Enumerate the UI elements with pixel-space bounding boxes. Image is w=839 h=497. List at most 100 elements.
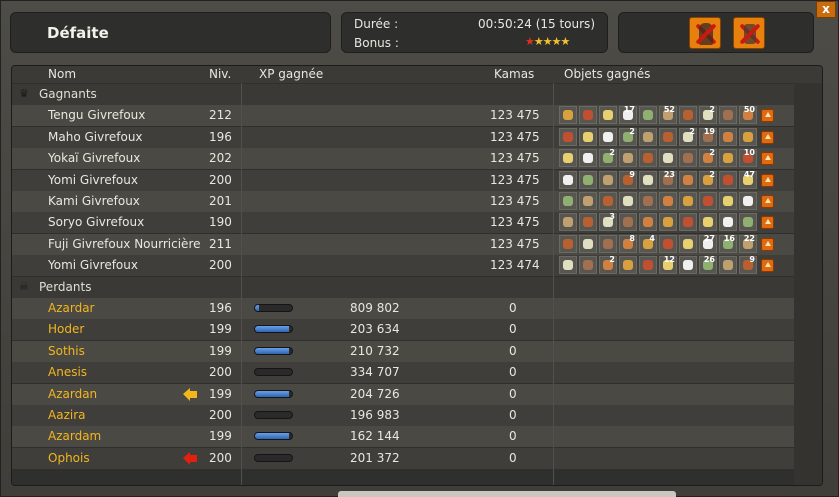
loot-item-icon[interactable] xyxy=(579,192,597,210)
loot-item-icon[interactable] xyxy=(559,213,577,232)
loot-item-icon[interactable]: 27 xyxy=(699,234,717,253)
loot-item-icon[interactable] xyxy=(619,149,637,168)
scrollbar-track[interactable] xyxy=(794,83,822,485)
loot-item-icon[interactable] xyxy=(579,106,597,125)
loser-row[interactable]: Azardar 196 809 802 0 xyxy=(12,298,794,319)
loot-item-icon[interactable] xyxy=(719,256,737,275)
loot-item-icon[interactable] xyxy=(679,256,697,275)
loot-item-icon[interactable] xyxy=(579,149,597,168)
expand-loot-button[interactable] xyxy=(761,195,774,208)
loot-item-icon[interactable] xyxy=(599,106,617,125)
winner-row[interactable]: Yomi Givrefoux 200 123 474 2 12 26 9 xyxy=(12,255,794,277)
loot-item-icon[interactable] xyxy=(699,192,717,210)
loot-item-icon[interactable] xyxy=(659,127,677,146)
loot-item-icon[interactable] xyxy=(619,192,637,210)
loot-item-icon[interactable] xyxy=(559,149,577,168)
loot-item-icon[interactable] xyxy=(599,234,617,253)
expand-loot-button[interactable] xyxy=(761,152,774,166)
loot-item-icon[interactable]: 2 xyxy=(619,127,637,146)
loot-item-icon[interactable] xyxy=(599,192,617,210)
loot-item-icon[interactable] xyxy=(679,106,697,125)
loot-item-icon[interactable] xyxy=(639,256,657,275)
loot-item-icon[interactable] xyxy=(639,213,657,232)
expand-loot-button[interactable] xyxy=(761,173,774,187)
loot-item-icon[interactable] xyxy=(559,234,577,253)
loot-item-icon[interactable] xyxy=(559,127,577,146)
loot-item-icon[interactable] xyxy=(679,192,697,210)
loot-item-icon[interactable] xyxy=(559,106,577,125)
loot-item-icon[interactable]: 2 xyxy=(679,127,697,146)
loot-item-icon[interactable] xyxy=(579,127,597,146)
loot-item-icon[interactable] xyxy=(579,170,597,189)
loot-item-icon[interactable]: 52 xyxy=(659,105,677,125)
loot-item-icon[interactable] xyxy=(719,213,737,232)
loot-item-icon[interactable] xyxy=(719,170,737,189)
loot-item-icon[interactable]: 9 xyxy=(739,255,757,275)
loot-item-icon[interactable] xyxy=(559,256,577,275)
loot-item-icon[interactable] xyxy=(739,192,757,210)
loot-item-icon[interactable]: 12 xyxy=(659,255,677,275)
loot-item-icon[interactable]: 19 xyxy=(699,127,717,146)
loser-row[interactable]: Anesis 200 334 707 0 xyxy=(12,362,794,384)
expand-loot-button[interactable] xyxy=(761,109,774,123)
expand-loot-button[interactable] xyxy=(761,259,774,273)
loot-item-icon[interactable] xyxy=(559,170,577,189)
loot-item-icon[interactable] xyxy=(739,213,757,232)
loot-item-icon[interactable] xyxy=(579,234,597,253)
loot-item-icon[interactable] xyxy=(559,192,577,210)
loot-item-icon[interactable]: 10 xyxy=(739,148,757,168)
loot-item-icon[interactable] xyxy=(639,127,657,146)
loot-item-icon[interactable] xyxy=(619,256,637,275)
winner-row[interactable]: Yokaï Givrefoux 202 123 475 2 2 10 xyxy=(12,148,794,170)
loot-item-icon[interactable]: 3 xyxy=(599,212,617,232)
loot-item-icon[interactable] xyxy=(659,149,677,168)
loot-item-icon[interactable]: 2 xyxy=(699,170,717,189)
expand-loot-button[interactable] xyxy=(761,237,774,251)
loot-item-icon[interactable] xyxy=(719,149,737,168)
loot-item-icon[interactable]: 47 xyxy=(739,170,757,189)
loser-row[interactable]: Sothis 199 210 732 0 xyxy=(12,340,794,362)
loot-item-icon[interactable]: 23 xyxy=(659,170,677,189)
loot-item-icon[interactable] xyxy=(719,127,737,146)
loot-item-icon[interactable] xyxy=(719,106,737,125)
loot-item-icon[interactable] xyxy=(659,234,677,253)
expand-loot-button[interactable] xyxy=(761,130,774,144)
loot-item-icon[interactable] xyxy=(679,170,697,189)
loot-item-icon[interactable]: 9 xyxy=(619,170,637,189)
loot-item-icon[interactable] xyxy=(619,213,637,232)
loot-item-icon[interactable] xyxy=(599,170,617,189)
loser-row[interactable]: Azardam 199 162 144 0 xyxy=(12,426,794,448)
winner-row[interactable]: Maho Givrefoux 196 123 475 2 2 19 xyxy=(12,126,794,148)
loot-item-icon[interactable] xyxy=(659,192,677,210)
loot-item-icon[interactable] xyxy=(579,256,597,275)
loot-item-icon[interactable]: 50 xyxy=(739,105,757,125)
loot-item-icon[interactable]: 4 xyxy=(639,234,657,253)
loser-row[interactable]: Ophois 200 201 372 0 xyxy=(12,447,794,469)
loot-item-icon[interactable] xyxy=(599,127,617,146)
loser-row[interactable]: Azardan 199 204 726 0 xyxy=(12,383,794,405)
winner-row[interactable]: Tengu Givrefoux 212 123 475 17 52 2 50 xyxy=(12,105,794,127)
loot-item-icon[interactable] xyxy=(679,234,697,253)
loot-item-icon[interactable] xyxy=(719,192,737,210)
loot-item-icon[interactable] xyxy=(679,213,697,232)
loot-item-icon[interactable]: 8 xyxy=(619,234,637,253)
disabled-lock-icon[interactable] xyxy=(733,17,765,49)
loot-item-icon[interactable]: 22 xyxy=(739,234,757,253)
loot-item-icon[interactable] xyxy=(659,213,677,232)
loot-item-icon[interactable]: 16 xyxy=(719,234,737,253)
loot-item-icon[interactable]: 17 xyxy=(619,105,637,125)
loot-item-icon[interactable]: 2 xyxy=(599,255,617,275)
disabled-character-icon[interactable] xyxy=(689,17,721,49)
loot-item-icon[interactable] xyxy=(639,170,657,189)
loot-item-icon[interactable]: 2 xyxy=(699,148,717,168)
loot-item-icon[interactable] xyxy=(639,149,657,168)
loot-item-icon[interactable]: 26 xyxy=(699,255,717,275)
expand-loot-button[interactable] xyxy=(761,216,774,230)
loot-item-icon[interactable] xyxy=(699,213,717,232)
winner-row[interactable]: Soryo Givrefoux 190 123 475 3 xyxy=(12,212,794,234)
winner-row[interactable]: Yomi Givrefoux 200 123 475 9 23 2 47 xyxy=(12,169,794,191)
winner-row[interactable]: Kami Givrefoux 201 123 475 xyxy=(12,191,794,212)
loot-item-icon[interactable]: 2 xyxy=(599,148,617,168)
loot-item-icon[interactable] xyxy=(579,213,597,232)
loot-item-icon[interactable]: 2 xyxy=(699,105,717,125)
